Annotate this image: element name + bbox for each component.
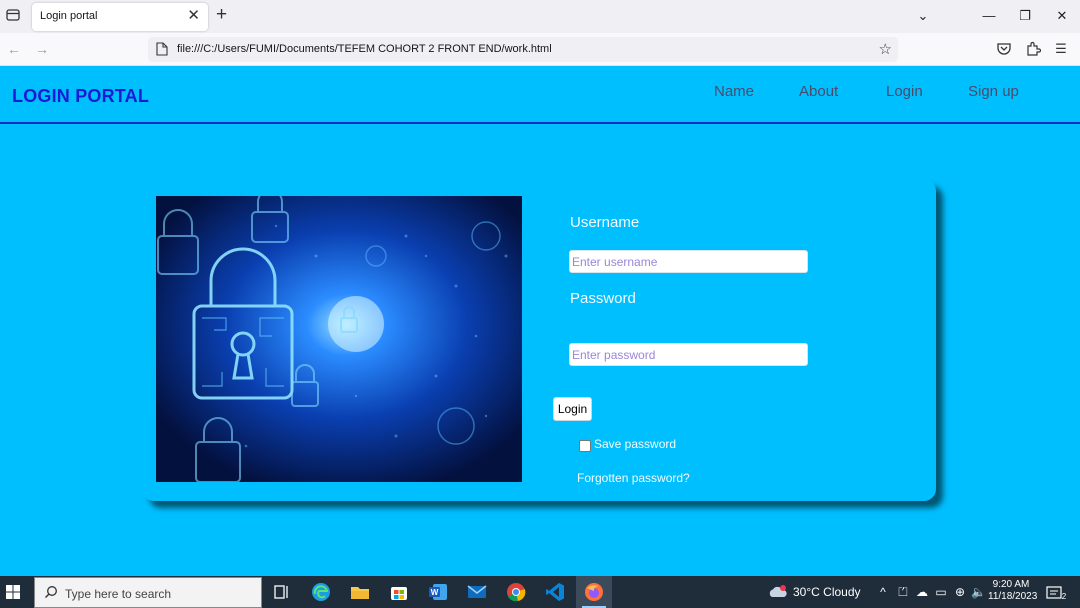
vscode-icon[interactable] [545,582,565,602]
pocket-icon[interactable] [996,41,1012,57]
login-button[interactable]: Login [553,397,592,421]
windows-taskbar: Type here to search W 30°C Cloudy ^ ⏍ ☁ … [0,576,1080,608]
close-tab-icon[interactable]: ✕ [187,7,200,25]
task-view-icon[interactable] [272,582,292,602]
mail-icon[interactable] [467,582,487,602]
username-input[interactable] [569,250,808,273]
tab-list-icon[interactable] [4,6,22,24]
clock-time: 9:20 AM [992,579,1030,590]
search-icon [45,586,57,598]
weather-cloud-icon[interactable] [768,585,788,599]
word-icon[interactable]: W [428,582,448,602]
edge-icon[interactable] [311,582,331,602]
menu-hamburger-icon[interactable]: ☰ [1053,41,1069,57]
weather-text[interactable]: 30°C Cloudy [793,585,861,599]
onedrive-icon[interactable]: ☁ [915,585,929,599]
security-lock-image [156,196,522,482]
taskbar-search-box[interactable]: Type here to search [34,577,262,608]
nav-link-login[interactable]: Login [886,83,923,100]
search-placeholder: Type here to search [65,587,172,601]
file-explorer-icon[interactable] [350,582,370,602]
chrome-icon[interactable] [506,582,526,602]
usb-device-icon[interactable]: ⏍ [896,585,910,599]
brand-title: LOGIN PORTAL [12,86,150,106]
password-input[interactable] [569,343,808,366]
browser-tab[interactable]: Login portal ✕ [32,3,208,31]
volume-icon[interactable]: 🔈 [971,585,986,599]
save-password-checkbox[interactable] [579,440,591,452]
close-window-button[interactable]: ✕ [1052,6,1072,26]
url-text: file:///C:/Users/FUMI/Documents/TEFEM CO… [177,43,552,55]
forward-arrow-icon[interactable]: → [34,41,50,57]
bookmark-star-icon[interactable]: ☆ [879,40,892,58]
tab-title: Login portal [40,10,98,22]
save-password-label: Save password [594,437,677,451]
forgot-password-link[interactable]: Forgotten password? [577,471,690,485]
microsoft-store-icon[interactable] [389,582,409,602]
list-all-tabs-icon[interactable]: ⌄ [913,6,933,26]
firefox-icon[interactable] [584,582,604,602]
windows-start-icon[interactable] [6,585,20,599]
browser-tab-bar: Login portal ✕ + ⌄ — ❐ ✕ [0,0,1080,33]
address-bar[interactable]: file:///C:/Users/FUMI/Documents/TEFEM CO… [148,37,898,62]
minimize-button[interactable]: — [979,6,999,26]
svg-text:W: W [431,588,439,597]
battery-icon[interactable]: ▭ [934,585,948,599]
back-arrow-icon[interactable]: ← [6,41,22,57]
file-icon [156,42,168,56]
new-tab-button[interactable]: + [216,4,227,26]
browser-nav-bar: ← → file:///C:/Users/FUMI/Documents/TEFE… [0,33,1080,66]
password-label: Password [570,290,636,307]
site-header: LOGIN PORTAL Name About Login Sign up [0,66,1080,124]
web-page: LOGIN PORTAL Name About Login Sign up Us… [0,66,1080,576]
chevron-up-icon[interactable]: ^ [876,585,890,599]
clock-date: 11/18/2023 [988,591,1038,602]
nav-link-signup[interactable]: Sign up [968,83,1019,100]
network-globe-icon[interactable]: ⊕ [953,585,967,599]
login-card: Username Password Login Save password Fo… [142,179,936,501]
notification-count-badge: 2 [1061,592,1067,601]
extensions-icon[interactable] [1025,41,1042,57]
clock[interactable]: 9:20 AM 11/18/2023 [988,579,1038,603]
username-label: Username [570,214,640,231]
nav-link-name[interactable]: Name [714,83,754,100]
restore-button[interactable]: ❐ [1015,6,1035,26]
nav-link-about[interactable]: About [799,83,838,100]
